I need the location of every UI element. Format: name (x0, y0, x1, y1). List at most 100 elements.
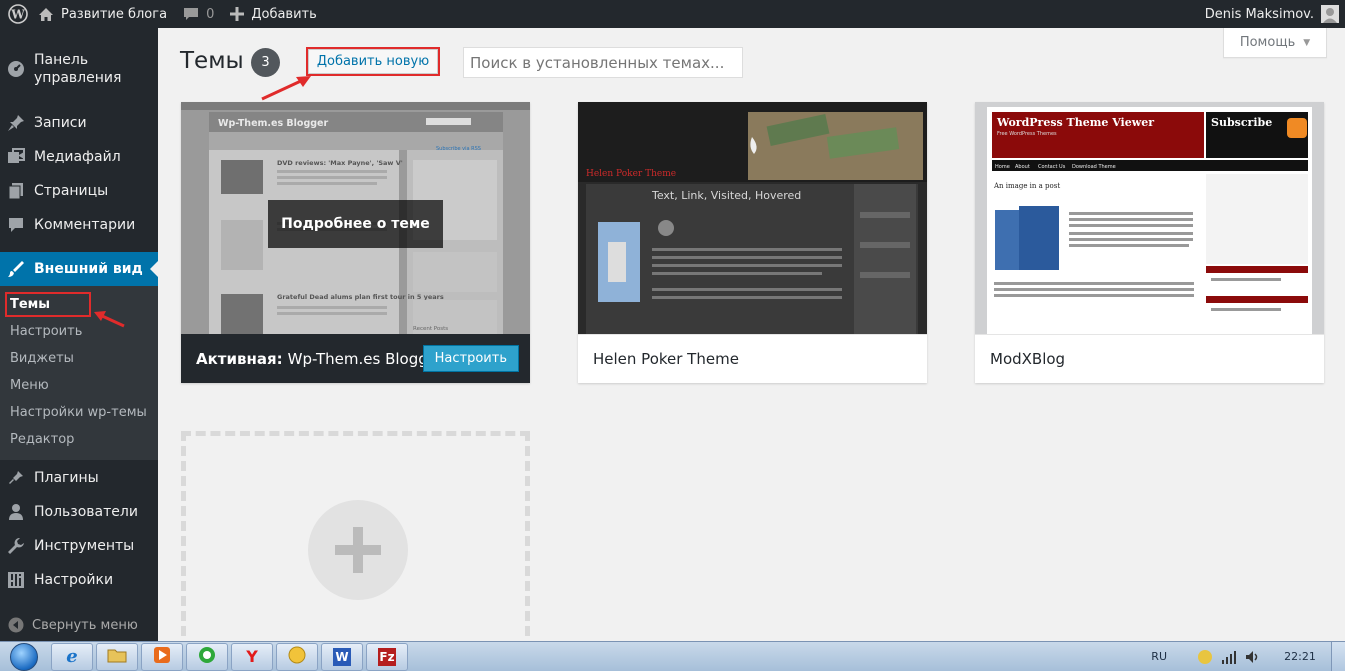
screenshot-nav-contact: Contact Us (1038, 164, 1066, 170)
screenshot-header-title: WordPress Theme Viewer (996, 116, 1154, 129)
submenu-item-label: Настроить (10, 324, 83, 339)
submenu-item-widgets[interactable]: Виджеты (0, 345, 158, 372)
admin-sidebar: Панель управления Записи Медиафайл Стран… (0, 28, 158, 641)
collapse-menu-button[interactable]: Свернуть меню (0, 617, 138, 633)
submenu-item-label: Меню (10, 378, 49, 393)
theme-screenshot[interactable]: Helen Poker Theme Text, Link, Visited, H… (578, 102, 927, 334)
sidebar-item-label: Плагины (34, 470, 99, 486)
sidebar-item-label: Внешний вид (34, 261, 143, 277)
sidebar-item-tools[interactable]: Инструменты (0, 529, 158, 563)
volume-icon[interactable] (1245, 650, 1261, 664)
system-tray: RU 22:21 (1151, 641, 1345, 671)
screenshot-site-title: Wp-Them.es Blogger (218, 118, 328, 129)
dashboard-icon (6, 60, 26, 78)
theme-name-bar: Активная: Wp-Them.es Blogger Настроить (181, 334, 530, 383)
screenshot-subscribe: Subscribe (1211, 116, 1272, 129)
add-new-menu[interactable]: Добавить (222, 0, 324, 28)
help-tab-button[interactable]: Помощь ▼ (1223, 28, 1327, 58)
taskbar-explorer-button[interactable] (96, 642, 138, 671)
sidebar-item-appearance[interactable]: Внешний вид (0, 252, 158, 286)
screenshot-post-title-1: DVD reviews: 'Max Payne', 'Saw V' (277, 159, 403, 167)
sidebar-item-plugins[interactable]: Плагины (0, 461, 158, 495)
taskbar-ie-button[interactable]: e (51, 642, 93, 671)
taskbar-word-button[interactable]: W (321, 642, 363, 671)
language-indicator[interactable]: RU (1151, 650, 1167, 663)
theme-screenshot-image: Helen Poker Theme Text, Link, Visited, H… (578, 102, 927, 334)
taskbar-app-button[interactable] (276, 642, 318, 671)
sidebar-item-pages[interactable]: Страницы (0, 174, 158, 208)
settings-icon (6, 571, 26, 589)
submenu-item-theme-settings[interactable]: Настройки wp-темы (0, 399, 158, 426)
users-icon (6, 503, 26, 521)
sidebar-item-users[interactable]: Пользователи (0, 495, 158, 529)
comments-link[interactable]: 0 (175, 0, 222, 28)
taskbar-icq-button[interactable] (186, 642, 228, 671)
comments-count: 0 (206, 6, 215, 22)
theme-screenshot[interactable]: WordPress Theme Viewer Free WordPress Th… (975, 102, 1324, 334)
taskbar-media-button[interactable] (141, 642, 183, 671)
sidebar-item-label: Настройки (34, 572, 114, 588)
media-player-icon (153, 646, 171, 668)
submenu-item-label: Виджеты (10, 351, 74, 366)
windows-orb-icon (10, 642, 38, 671)
theme-screenshot[interactable]: Wp-Them.es Blogger DVD reviews: 'Max Pay… (181, 102, 530, 334)
main-content: Темы 3 Добавить новую Помощь ▼ Wp-Them.e… (158, 28, 1345, 651)
submenu-item-themes[interactable]: Темы (0, 291, 158, 318)
sidebar-item-posts[interactable]: Записи (0, 106, 158, 140)
submenu-item-customize[interactable]: Настроить (0, 318, 158, 345)
add-new-label: Добавить (251, 6, 317, 22)
plus-icon (230, 7, 245, 21)
screenshot-nav-about: About (1015, 164, 1030, 170)
plus-icon (308, 500, 408, 600)
theme-card-active[interactable]: Wp-Them.es Blogger DVD reviews: 'Max Pay… (181, 102, 530, 383)
network-signal-icon[interactable] (1221, 650, 1237, 664)
start-button[interactable] (0, 642, 48, 671)
sidebar-item-dashboard[interactable]: Панель управления (0, 28, 158, 106)
chat-icon (198, 646, 216, 668)
show-desktop-button[interactable] (1331, 641, 1345, 671)
sidebar-item-label: Страницы (34, 183, 109, 199)
sidebar-item-settings[interactable]: Настройки (0, 563, 158, 597)
customize-theme-button[interactable]: Настроить (422, 345, 519, 372)
theme-name: Helen Poker Theme (593, 350, 739, 368)
site-name-link[interactable]: Развитие блога (30, 0, 175, 28)
appearance-icon (6, 260, 26, 278)
theme-screenshot-image: WordPress Theme Viewer Free WordPress Th… (975, 102, 1324, 334)
tray-app-icon[interactable] (1197, 649, 1213, 665)
theme-card-modxblog[interactable]: WordPress Theme Viewer Free WordPress Th… (975, 102, 1324, 383)
taskbar-yandex-button[interactable]: Y (231, 642, 273, 671)
sidebar-item-label: Записи (34, 115, 87, 131)
sidebar-item-label: Панель управления (34, 52, 122, 86)
theme-card-helen-poker[interactable]: Helen Poker Theme Text, Link, Visited, H… (578, 102, 927, 383)
search-installed-themes-input[interactable] (463, 47, 743, 78)
sidebar-item-label: Медиафайл (34, 149, 121, 165)
screenshot-subscribe: Subscribe via RSS (436, 146, 481, 152)
comments-icon (6, 216, 26, 234)
submenu-item-editor[interactable]: Редактор (0, 426, 158, 453)
svg-text:W: W (10, 8, 25, 22)
help-label: Помощь (1239, 35, 1296, 50)
add-new-theme-tile[interactable] (181, 431, 530, 651)
collapse-menu-label: Свернуть меню (32, 617, 138, 633)
sidebar-item-label: Пользователи (34, 504, 138, 520)
theme-name-bar: ModXBlog (975, 334, 1324, 383)
submenu-item-label: Темы (4, 292, 92, 317)
caret-down-icon: ▼ (1303, 37, 1311, 48)
user-account-menu[interactable]: Denis Maksimov. (1197, 0, 1345, 28)
wordpress-logo-icon[interactable]: W (0, 0, 30, 28)
sidebar-item-label: Инструменты (34, 538, 135, 554)
clock[interactable]: 22:21 (1269, 650, 1331, 663)
sidebar-item-media[interactable]: Медиафайл (0, 140, 158, 174)
media-icon (6, 148, 26, 166)
filezilla-icon: Fz (378, 647, 396, 666)
appearance-submenu: Темы Настроить Виджеты Меню Настройки wp… (0, 286, 158, 460)
theme-name: Wp-Them.es Blogger (287, 349, 444, 368)
comment-bubble-icon (183, 7, 199, 22)
sidebar-item-comments[interactable]: Комментарии (0, 208, 158, 242)
screenshot-recent-posts: Recent Posts (413, 326, 448, 332)
add-new-theme-button[interactable]: Добавить новую (308, 49, 438, 74)
screenshot-post-title: An image in a post (993, 182, 1060, 190)
submenu-item-menus[interactable]: Меню (0, 372, 158, 399)
theme-details-button[interactable]: Подробнее о теме (268, 200, 443, 248)
taskbar-filezilla-button[interactable]: Fz (366, 642, 408, 671)
